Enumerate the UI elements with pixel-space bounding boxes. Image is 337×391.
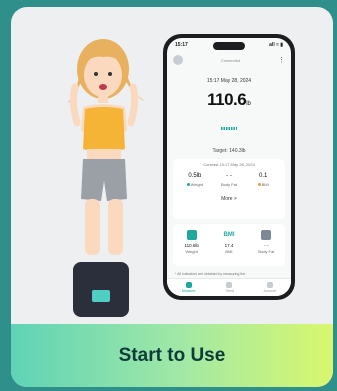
body-fat-icon — [261, 230, 272, 240]
metric-value: 0.1 — [259, 173, 268, 179]
avatar[interactable] — [173, 55, 183, 65]
phone-screen: 15:17 all ≈ ▮ Connected ⋮ 15:17 May 28, … — [167, 38, 291, 296]
smart-scale — [73, 262, 129, 317]
metric-value: 0.5lb — [188, 173, 202, 179]
weight-readout: 110.6lb — [167, 90, 291, 110]
weight-icon — [186, 230, 197, 240]
tile-value: 17.4 — [224, 243, 234, 248]
tile-body-fat[interactable]: - - Body Fat — [250, 230, 284, 266]
metric-label-row: BMI — [246, 182, 280, 187]
trend-icon — [226, 282, 233, 288]
account-icon — [266, 282, 273, 288]
tile-label: BMI — [225, 249, 233, 254]
weight-value: 110.6 — [207, 90, 247, 109]
tab-label: Measure — [181, 289, 196, 293]
comparison-panel: Contrast 15:17 May 28, 2024 0.5lb Weight… — [173, 159, 285, 219]
tab-bar: Measure Trend Account — [167, 278, 291, 296]
footnote: * All indicators are obtained by measuri… — [175, 272, 246, 276]
metrics-tiles: 110.6lb Weight BMI 17.4 BMI - - Body Fat — [173, 224, 285, 266]
phone-mockup: 15:17 all ≈ ▮ Connected ⋮ 15:17 May 28, … — [163, 34, 295, 300]
weight-gauge — [221, 127, 237, 130]
metric-label: Body Fat — [220, 182, 237, 187]
metric-label: Weight — [190, 182, 204, 187]
tab-label: Account — [263, 289, 277, 293]
status-icons: all ≈ ▮ — [269, 42, 283, 48]
status-bar: 15:17 all ≈ ▮ — [175, 42, 283, 48]
metric-bmi: 0.1 BMI — [246, 173, 280, 187]
measurement-date: 15:17 May 28, 2024 — [206, 78, 252, 84]
tile-label: Body Fat — [258, 249, 275, 254]
legend-dot — [257, 183, 261, 187]
weight-unit: lb — [246, 101, 251, 107]
onboarding-card: 15:17 all ≈ ▮ Connected ⋮ 15:17 May 28, … — [11, 7, 333, 387]
status-time: 15:17 — [175, 42, 188, 48]
metric-body-fat: - - Body Fat — [212, 173, 246, 187]
tile-bmi[interactable]: BMI 17.4 BMI — [212, 230, 246, 266]
connection-status: Connected — [220, 57, 241, 63]
tile-label: Weight — [185, 249, 198, 254]
target-weight: Target: 140.3lb — [212, 148, 246, 154]
start-to-use-button[interactable]: Start to Use — [11, 324, 333, 387]
metric-value: - - — [226, 173, 232, 179]
metric-label-row: Weight — [178, 182, 212, 187]
tab-account[interactable]: Account — [263, 282, 277, 293]
more-link[interactable]: More > — [173, 196, 285, 202]
tile-value: 110.6lb — [184, 243, 199, 248]
legend-dot — [186, 183, 190, 187]
more-menu-icon[interactable]: ⋮ — [278, 57, 285, 64]
tab-trend[interactable]: Trend — [225, 282, 234, 293]
scale-display — [92, 290, 110, 302]
start-button-label: Start to Use — [118, 344, 226, 366]
tile-weight[interactable]: 110.6lb Weight — [175, 230, 209, 266]
measure-icon — [185, 282, 192, 288]
bmi-icon: BMI — [223, 232, 235, 238]
app-topbar: Connected ⋮ — [173, 54, 285, 66]
tile-value: - - — [264, 243, 269, 248]
metric-weight: 0.5lb Weight — [178, 173, 212, 187]
tab-measure[interactable]: Measure — [181, 282, 196, 293]
metric-label: BMI — [261, 182, 269, 187]
tab-label: Trend — [224, 289, 234, 293]
